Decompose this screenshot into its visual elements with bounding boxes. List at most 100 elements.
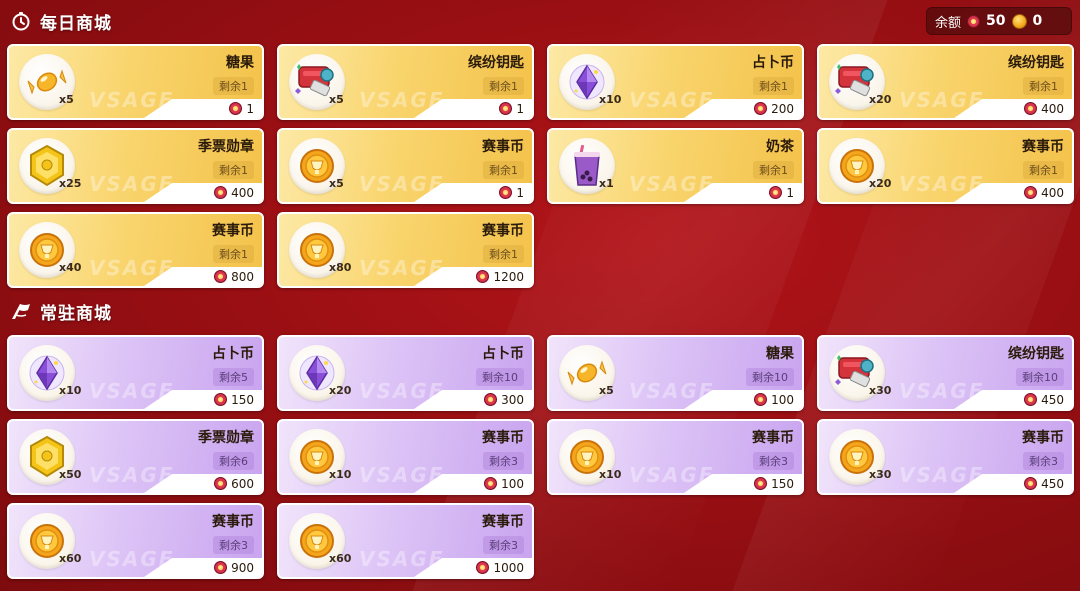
flower-currency-icon bbox=[1024, 477, 1038, 490]
balance-label: 余额 bbox=[935, 15, 962, 31]
shop-item-card[interactable]: VSAGE x20 赛事币 剩余1 400 bbox=[817, 128, 1074, 204]
flower-currency-icon bbox=[769, 186, 783, 199]
item-remaining-badge: 剩余3 bbox=[1023, 452, 1064, 470]
item-name: 赛事币 bbox=[752, 430, 794, 446]
flower-currency-icon bbox=[214, 186, 228, 199]
item-quantity: x10 bbox=[59, 384, 82, 397]
price-bar: 150 bbox=[144, 390, 262, 409]
item-remaining-badge: 剩余1 bbox=[213, 77, 254, 95]
shop-item-card[interactable]: VSAGE x60 赛事币 剩余3 1000 bbox=[277, 503, 534, 579]
item-remaining-badge: 剩余1 bbox=[483, 161, 524, 179]
shop-item-card[interactable]: VSAGE x5 糖果 剩余1 1 bbox=[7, 44, 264, 120]
item-remaining-badge: 剩余1 bbox=[1023, 77, 1064, 95]
shop-item-card[interactable]: VSAGE x40 赛事币 剩余1 800 bbox=[7, 212, 264, 288]
item-remaining-badge: 剩余3 bbox=[483, 452, 524, 470]
shop-item-card[interactable]: VSAGE x10 占卜币 剩余5 150 bbox=[7, 335, 264, 411]
flower-currency-icon bbox=[754, 102, 768, 115]
item-name: 缤纷钥匙 bbox=[1008, 55, 1064, 71]
price-bar: 400 bbox=[954, 183, 1072, 202]
flower-currency-icon bbox=[967, 14, 981, 28]
flower-currency-icon bbox=[1024, 186, 1038, 199]
item-quantity: x40 bbox=[59, 261, 82, 274]
balance-panel: 余额 50 0 bbox=[926, 7, 1072, 35]
item-quantity: x20 bbox=[869, 93, 892, 106]
item-remaining-badge: 剩余1 bbox=[483, 77, 524, 95]
item-name: 赛事币 bbox=[212, 223, 254, 239]
shop-item-card[interactable]: VSAGE x20 缤纷钥匙 剩余1 400 bbox=[817, 44, 1074, 120]
price-bar: 1 bbox=[414, 183, 532, 202]
shop-item-card[interactable]: VSAGE x10 赛事币 剩余3 150 bbox=[547, 419, 804, 495]
price-bar: 600 bbox=[144, 474, 262, 493]
clock-icon bbox=[10, 10, 32, 32]
item-remaining-badge: 剩余1 bbox=[483, 245, 524, 263]
item-price: 100 bbox=[771, 392, 794, 407]
daily-shop-title: 每日商城 bbox=[40, 13, 112, 34]
flower-currency-icon bbox=[484, 393, 498, 406]
item-quantity: x1 bbox=[599, 177, 614, 190]
permanent-items-grid: VSAGE x10 占卜币 剩余5 150 VSAGE x20 占卜币 剩余10 300 VSAGE… bbox=[7, 335, 1074, 579]
flower-currency-icon bbox=[214, 477, 228, 490]
item-name: 糖果 bbox=[226, 55, 254, 71]
item-quantity: x5 bbox=[59, 93, 74, 106]
shop-item-card[interactable]: VSAGE x1 奶茶 剩余1 1 bbox=[547, 128, 804, 204]
item-remaining-badge: 剩余10 bbox=[746, 368, 794, 386]
item-name: 季票勋章 bbox=[198, 139, 254, 155]
price-bar: 900 bbox=[144, 558, 262, 577]
item-quantity: x5 bbox=[599, 384, 614, 397]
price-bar: 1 bbox=[144, 99, 262, 118]
shop-item-card[interactable]: VSAGE x30 赛事币 剩余3 450 bbox=[817, 419, 1074, 495]
shop-item-card[interactable]: VSAGE x25 季票勋章 剩余1 400 bbox=[7, 128, 264, 204]
item-price: 900 bbox=[231, 560, 254, 575]
flower-currency-icon bbox=[499, 102, 513, 115]
shop-item-card[interactable]: VSAGE x10 赛事币 剩余3 100 bbox=[277, 419, 534, 495]
shop-item-card[interactable]: VSAGE x30 缤纷钥匙 剩余10 450 bbox=[817, 335, 1074, 411]
item-price: 400 bbox=[1041, 101, 1064, 116]
price-bar: 150 bbox=[684, 474, 802, 493]
item-name: 赛事币 bbox=[482, 514, 524, 530]
item-remaining-badge: 剩余10 bbox=[1016, 368, 1064, 386]
price-bar: 1 bbox=[684, 183, 802, 202]
item-price: 150 bbox=[771, 476, 794, 491]
item-quantity: x50 bbox=[59, 468, 82, 481]
shop-item-card[interactable]: VSAGE x5 缤纷钥匙 剩余1 1 bbox=[277, 44, 534, 120]
price-bar: 100 bbox=[684, 390, 802, 409]
item-name: 占卜币 bbox=[482, 346, 524, 362]
price-bar: 1 bbox=[414, 99, 532, 118]
item-remaining-badge: 剩余1 bbox=[213, 161, 254, 179]
item-price: 1200 bbox=[493, 269, 524, 284]
item-name: 占卜币 bbox=[212, 346, 254, 362]
item-price: 400 bbox=[1041, 185, 1064, 200]
item-remaining-badge: 剩余10 bbox=[476, 368, 524, 386]
item-remaining-badge: 剩余1 bbox=[753, 77, 794, 95]
flower-currency-icon bbox=[214, 561, 228, 574]
item-price: 600 bbox=[231, 476, 254, 491]
shop-item-card[interactable]: VSAGE x5 赛事币 剩余1 1 bbox=[277, 128, 534, 204]
shop-item-card[interactable]: VSAGE x50 季票勋章 剩余6 600 bbox=[7, 419, 264, 495]
flower-currency-icon bbox=[476, 561, 490, 574]
flower-currency-icon bbox=[214, 393, 228, 406]
item-quantity: x60 bbox=[329, 552, 352, 565]
item-remaining-badge: 剩余5 bbox=[213, 368, 254, 386]
item-remaining-badge: 剩余1 bbox=[213, 245, 254, 263]
item-quantity: x10 bbox=[599, 93, 622, 106]
flower-currency-icon bbox=[754, 477, 768, 490]
item-quantity: x60 bbox=[59, 552, 82, 565]
item-remaining-badge: 剩余1 bbox=[753, 161, 794, 179]
flower-currency-icon bbox=[754, 393, 768, 406]
item-price: 450 bbox=[1041, 392, 1064, 407]
price-bar: 200 bbox=[684, 99, 802, 118]
item-price: 1000 bbox=[493, 560, 524, 575]
item-name: 赛事币 bbox=[482, 430, 524, 446]
price-bar: 450 bbox=[954, 474, 1072, 493]
shop-item-card[interactable]: VSAGE x10 占卜币 剩余1 200 bbox=[547, 44, 804, 120]
item-name: 奶茶 bbox=[766, 139, 794, 155]
item-quantity: x30 bbox=[869, 468, 892, 481]
item-name: 赛事币 bbox=[1022, 139, 1064, 155]
shop-item-card[interactable]: VSAGE x20 占卜币 剩余10 300 bbox=[277, 335, 534, 411]
shop-item-card[interactable]: VSAGE x80 赛事币 剩余1 1200 bbox=[277, 212, 534, 288]
flower-currency-icon bbox=[229, 102, 243, 115]
item-price: 800 bbox=[231, 269, 254, 284]
item-name: 赛事币 bbox=[482, 139, 524, 155]
shop-item-card[interactable]: VSAGE x5 糖果 剩余10 100 bbox=[547, 335, 804, 411]
shop-item-card[interactable]: VSAGE x60 赛事币 剩余3 900 bbox=[7, 503, 264, 579]
